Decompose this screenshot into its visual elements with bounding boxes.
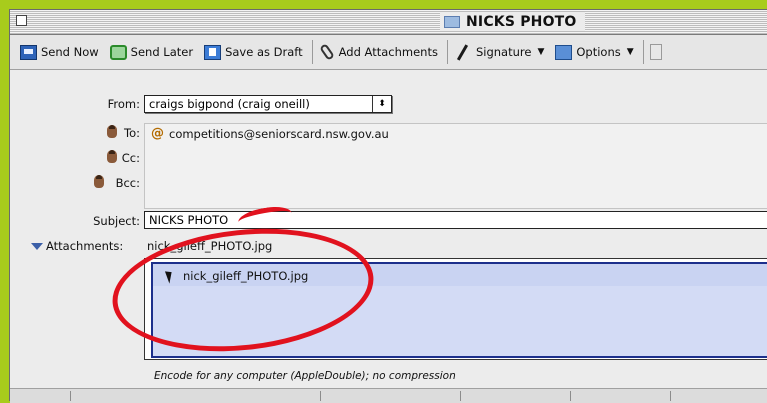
send-later-label: Send Later	[130, 45, 194, 59]
to-label: To:	[124, 126, 140, 140]
at-sign-icon: @	[151, 126, 164, 141]
add-attachments-label: Add Attachments	[338, 45, 438, 59]
save-draft-icon	[204, 44, 222, 60]
from-label: From:	[107, 97, 140, 111]
toolbar-divider	[642, 40, 644, 64]
subject-label: Subject:	[93, 214, 140, 228]
chevron-down-icon: ▼	[537, 47, 545, 57]
send-now-button[interactable]: Send Now	[16, 39, 106, 65]
options-button[interactable]: Options ▼	[551, 39, 640, 65]
to-recipient[interactable]: competitions@seniorscard.nsw.gov.au	[169, 127, 389, 141]
window-title: NICKS PHOTO	[466, 13, 577, 30]
encoding-status[interactable]: Encode for any computer (AppleDouble); n…	[154, 370, 456, 382]
title-bar[interactable]: NICKS PHOTO	[10, 10, 767, 35]
toolbar: Send Now Send Later Save as Draft Add At…	[10, 35, 767, 70]
toolbar-divider	[311, 40, 313, 64]
send-later-icon	[109, 44, 127, 60]
options-label: Options	[576, 45, 621, 59]
paperclip-icon	[318, 43, 335, 61]
from-account-select[interactable]: craigs bigpond (craig oneill) ⬍	[144, 95, 392, 113]
recipients-field[interactable]: @ competitions@seniorscard.nsw.gov.au	[144, 123, 767, 209]
disclosure-triangle-icon[interactable]	[31, 243, 43, 250]
contact-face-icon	[94, 175, 104, 188]
overflow-icon	[649, 44, 662, 60]
attachments-label: Attachments:	[46, 239, 124, 253]
from-account-value: craigs bigpond (craig oneill)	[149, 97, 310, 111]
signature-button[interactable]: Signature ▼	[450, 39, 551, 65]
bcc-label: Bcc:	[115, 176, 140, 190]
signature-label: Signature	[475, 45, 532, 59]
send-later-button[interactable]: Send Later	[106, 39, 200, 65]
up-down-arrows-icon: ⬍	[372, 96, 391, 112]
compose-window: NICKS PHOTO Send Now Send Later Save as …	[9, 9, 767, 403]
signature-pen-icon	[454, 44, 472, 60]
toolbar-divider	[446, 40, 448, 64]
cc-label: Cc:	[121, 151, 140, 165]
overflow-button[interactable]	[646, 39, 669, 65]
save-draft-button[interactable]: Save as Draft	[200, 39, 310, 65]
document-icon	[444, 15, 460, 28]
options-icon	[555, 44, 573, 60]
send-now-icon	[20, 44, 37, 60]
close-box[interactable]	[16, 15, 27, 26]
save-draft-label: Save as Draft	[225, 45, 303, 59]
title-wrap: NICKS PHOTO	[440, 12, 585, 31]
chevron-down-icon: ▼	[626, 47, 634, 57]
add-attachments-button[interactable]: Add Attachments	[315, 39, 445, 65]
send-now-label: Send Now	[41, 45, 99, 59]
